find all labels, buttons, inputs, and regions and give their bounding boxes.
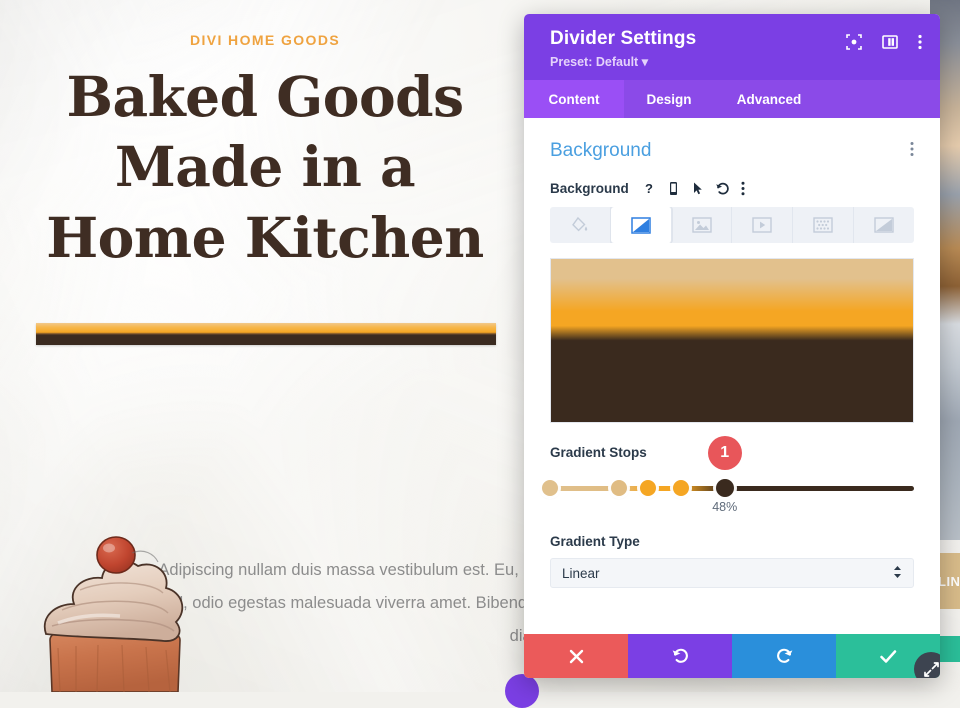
gradient-stop-3[interactable] bbox=[673, 480, 690, 496]
kebab-menu-icon[interactable] bbox=[741, 181, 745, 196]
background-type-tabs bbox=[550, 207, 914, 243]
checkmark-icon bbox=[879, 649, 896, 663]
panel-footer bbox=[524, 634, 940, 678]
tab-advanced[interactable]: Advanced bbox=[714, 80, 824, 118]
resize-diagonal-icon bbox=[923, 661, 939, 677]
hero-section: DIVI HOME GOODS Baked Goods Made in a Ho… bbox=[0, 32, 530, 273]
select-arrows-icon bbox=[893, 565, 902, 582]
gradient-preview[interactable] bbox=[550, 258, 914, 423]
mask-icon bbox=[874, 217, 894, 233]
panel-header: Divider Settings Preset: Default ▾ bbox=[524, 14, 940, 80]
tab-design[interactable]: Design bbox=[624, 80, 714, 118]
panel-header-actions bbox=[846, 28, 922, 50]
pattern-icon bbox=[813, 217, 833, 233]
image-icon bbox=[691, 217, 712, 233]
gradient-type-label: Gradient Type bbox=[550, 534, 640, 549]
background-gradient-tab[interactable] bbox=[610, 207, 672, 243]
gradient-type-value: Linear bbox=[562, 565, 600, 581]
undo-icon bbox=[672, 648, 688, 663]
gradient-stop-4[interactable] bbox=[715, 479, 734, 497]
background-field-label-row: Background ? bbox=[550, 181, 914, 196]
next-field-peek bbox=[550, 604, 914, 612]
paint-bucket-icon bbox=[571, 216, 588, 232]
video-icon bbox=[752, 217, 773, 233]
panel-body: Background Background ? Gradient Stops 1… bbox=[524, 118, 940, 634]
chevron-down-icon: ▾ bbox=[641, 55, 648, 69]
panel-preset-label: Preset: Default bbox=[550, 55, 639, 69]
cupcake-illustration bbox=[43, 536, 184, 692]
panel-title: Divider Settings bbox=[550, 28, 697, 49]
gradient-icon bbox=[630, 216, 651, 234]
background-field-label: Background bbox=[550, 181, 629, 196]
gradient-stop-0[interactable] bbox=[542, 480, 558, 496]
responsive-mobile-icon[interactable] bbox=[667, 181, 680, 196]
close-x-icon bbox=[569, 649, 583, 663]
reset-undo-icon[interactable] bbox=[715, 181, 730, 196]
panel-tabs: Content Design Advanced bbox=[524, 80, 940, 118]
divider-settings-panel: Divider Settings Preset: Default ▾ Conte… bbox=[524, 14, 940, 678]
redo-icon bbox=[776, 648, 792, 663]
right-teal-chip bbox=[938, 636, 960, 662]
panel-preset-selector[interactable]: Preset: Default ▾ bbox=[550, 54, 696, 69]
gradient-stop-1[interactable] bbox=[611, 480, 628, 496]
background-mask-tab[interactable] bbox=[854, 207, 914, 243]
background-video-tab[interactable] bbox=[732, 207, 794, 243]
undo-button[interactable] bbox=[628, 634, 732, 678]
background-pattern-tab[interactable] bbox=[793, 207, 855, 243]
kebab-menu-icon[interactable] bbox=[918, 34, 922, 50]
background-section-header: Background bbox=[550, 140, 914, 162]
page-title: Baked Goods Made in a Home Kitchen bbox=[46, 64, 484, 270]
redo-button[interactable] bbox=[732, 634, 836, 678]
divider-module[interactable] bbox=[36, 323, 496, 345]
panel-layout-icon[interactable] bbox=[882, 34, 898, 50]
panel-header-titles: Divider Settings Preset: Default ▾ bbox=[550, 28, 696, 69]
section-title[interactable]: Background bbox=[550, 140, 651, 162]
tab-content[interactable]: Content bbox=[524, 80, 624, 118]
gradient-stop-2[interactable] bbox=[640, 480, 657, 496]
selected-stop-badge: 1 bbox=[707, 436, 742, 470]
cancel-button[interactable] bbox=[524, 634, 628, 678]
svg-text:?: ? bbox=[645, 181, 653, 196]
add-module-button[interactable] bbox=[505, 674, 539, 708]
background-color-tab[interactable] bbox=[550, 207, 611, 243]
kebab-menu-icon[interactable] bbox=[910, 141, 914, 162]
hover-cursor-icon[interactable] bbox=[691, 181, 704, 196]
selected-stop-percent: 48% bbox=[712, 500, 738, 514]
gradient-type-select[interactable]: Linear bbox=[550, 558, 914, 588]
background-image-tab[interactable] bbox=[672, 207, 733, 243]
hero-eyebrow: DIVI HOME GOODS bbox=[189, 32, 341, 48]
focus-target-icon[interactable] bbox=[846, 34, 862, 50]
help-icon[interactable]: ? bbox=[642, 181, 656, 196]
gradient-stops-slider[interactable]: 1 48% bbox=[542, 436, 914, 514]
